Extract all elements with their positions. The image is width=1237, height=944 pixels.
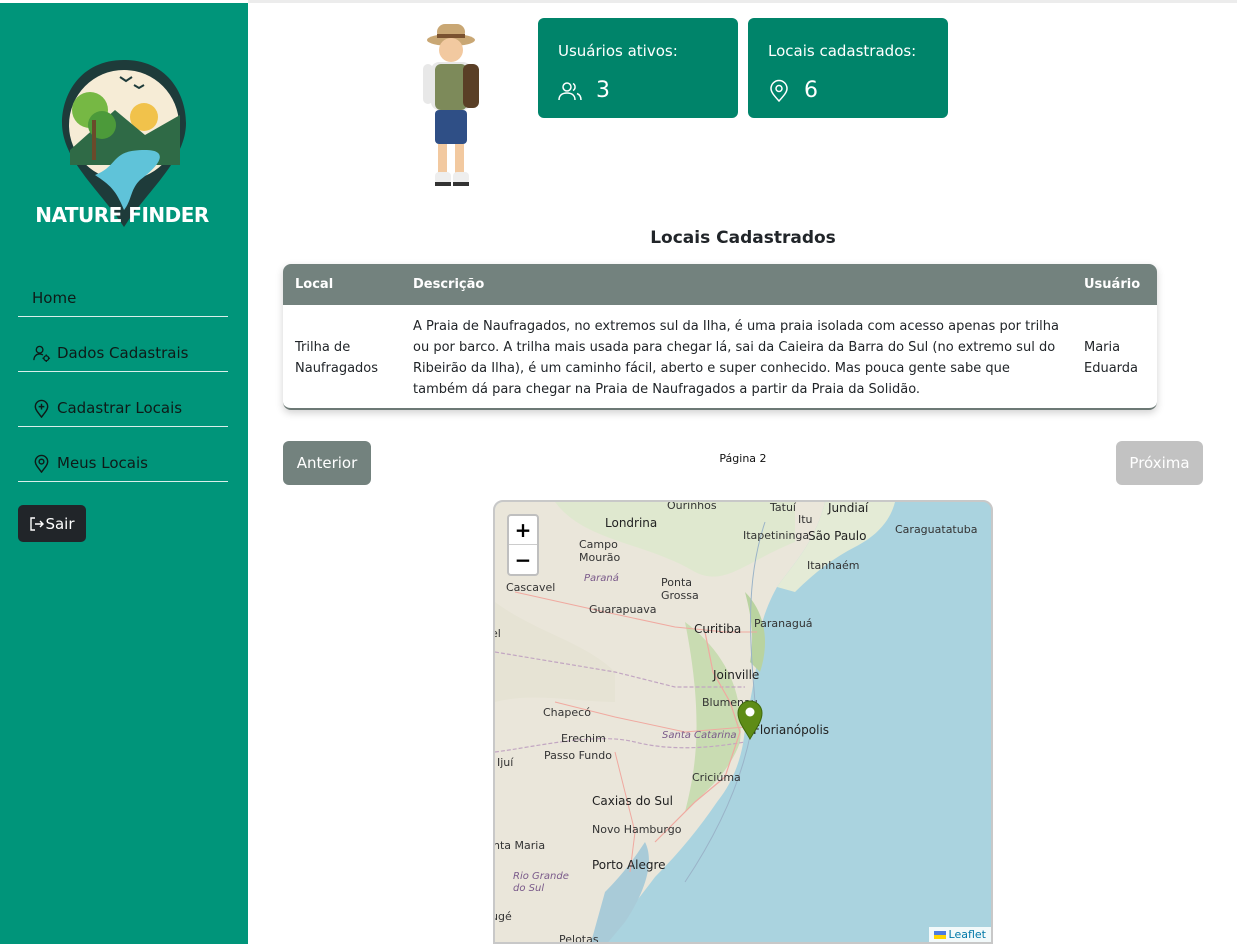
users-icon: [558, 81, 582, 100]
sidebar: NATURE FINDER Home Dados Cadastrais Cada…: [0, 3, 248, 944]
sidebar-item-home[interactable]: Home: [18, 280, 228, 317]
cell-user: Maria Eduarda: [1084, 340, 1139, 376]
column-header-user: Usuário: [1084, 277, 1141, 292]
map-label: Erechim: [561, 732, 606, 745]
active-users-value: 3: [596, 78, 610, 103]
logout-label: Sair: [45, 514, 75, 533]
map-label: Caraguatatuba: [895, 523, 978, 536]
active-users-card: Usuários ativos: 3: [538, 18, 738, 118]
map-label: Curitiba: [694, 622, 742, 636]
previous-page-button[interactable]: Anterior: [283, 441, 371, 485]
sidebar-item-label: Home: [32, 289, 77, 307]
map-label: Londrina: [605, 516, 658, 530]
map-label: Campo Mourão: [579, 538, 621, 564]
cell-description: A Praia de Naufragados, no extremos sul …: [413, 319, 1060, 397]
top-border: [248, 0, 1237, 3]
map-label: Passo Fundo: [544, 749, 612, 762]
cell-local: Trilha de Naufragados: [295, 340, 379, 376]
next-page-button[interactable]: Próxima: [1116, 441, 1203, 485]
map-pin-plus-icon: [34, 399, 49, 418]
map-label: Jundiaí: [828, 501, 869, 515]
map-pin-icon: [770, 79, 788, 102]
map-label: Porto Alegre: [592, 858, 666, 872]
section-title: Locais Cadastrados: [650, 228, 836, 248]
map-label: Tatuí: [770, 501, 796, 514]
zoom-in-button[interactable]: +: [509, 516, 537, 545]
sidebar-item-label: Dados Cadastrais: [57, 344, 189, 362]
table-row: Trilha de Naufragados A Praia de Naufrag…: [283, 305, 1157, 408]
map-attribution[interactable]: Leaflet: [928, 927, 991, 942]
registered-places-card: Locais cadastrados: 6: [748, 18, 948, 118]
map-label: Chapecó: [543, 706, 591, 719]
zoom-control: + −: [507, 514, 539, 576]
map-label: Pelotas: [559, 933, 599, 944]
column-header-local: Local: [295, 277, 334, 292]
map-label: Santa Catarina: [662, 730, 737, 741]
map-label: Itanhaém: [807, 559, 860, 572]
map-label: Paraná: [584, 573, 619, 584]
map-label: ugé: [493, 910, 512, 923]
map-label: Itapetininga: [743, 529, 810, 542]
map-label: Guarapuava: [589, 603, 657, 616]
sidebar-item-meus-locais[interactable]: Meus Locais: [18, 445, 228, 482]
map[interactable]: Ourinhos Tatuí Jundiaí Londrina Itu Cara…: [493, 500, 993, 944]
sidebar-item-label: Cadastrar Locais: [57, 399, 183, 417]
attribution-link[interactable]: Leaflet: [949, 928, 986, 941]
registered-places-label: Locais cadastrados:: [768, 42, 917, 60]
registered-places-value: 6: [804, 78, 818, 103]
hiker-illustration: [423, 24, 479, 186]
active-users-label: Usuários ativos:: [558, 42, 678, 60]
map-label: Florianópolis: [753, 723, 830, 737]
brand-name: NATURE FINDER: [35, 203, 209, 227]
sidebar-item-label: Meus Locais: [57, 454, 148, 472]
places-table: Local Descrição Usuário Trilha de Naufra…: [283, 264, 1157, 410]
map-label: Ijuí: [497, 756, 514, 769]
map-label: nta Maria: [493, 839, 546, 852]
logout-button[interactable]: Sair: [18, 505, 86, 542]
map-label: Caxias do Sul: [592, 794, 673, 808]
page-indicator: Página 2: [719, 452, 767, 465]
map-label: Novo Hamburgo: [592, 823, 682, 836]
map-label: Rio Grande do Sul: [513, 871, 569, 894]
zoom-out-button[interactable]: −: [509, 545, 537, 574]
sidebar-item-dados-cadastrais[interactable]: Dados Cadastrais: [18, 335, 228, 372]
map-label: Ponta Grossa: [661, 576, 699, 602]
user-gear-icon: [33, 345, 51, 362]
table-header: Local Descrição Usuário: [283, 264, 1157, 305]
sidebar-item-cadastrar-locais[interactable]: Cadastrar Locais: [18, 390, 228, 427]
map-label: Itu: [798, 513, 813, 526]
ukraine-flag-icon: [933, 930, 946, 939]
map-pin-icon: [34, 454, 49, 473]
map-label: el: [495, 627, 501, 640]
map-label: Cascavel: [506, 581, 556, 594]
map-marker-icon[interactable]: [737, 700, 763, 740]
logout-icon: [30, 516, 45, 531]
map-label: Criciúma: [692, 771, 741, 784]
map-label: Paranaguá: [754, 617, 813, 630]
column-header-description: Descrição: [413, 277, 485, 292]
map-label: Joinville: [713, 668, 760, 682]
map-label: Ourinhos: [667, 500, 717, 512]
map-label: São Paulo: [808, 529, 867, 543]
